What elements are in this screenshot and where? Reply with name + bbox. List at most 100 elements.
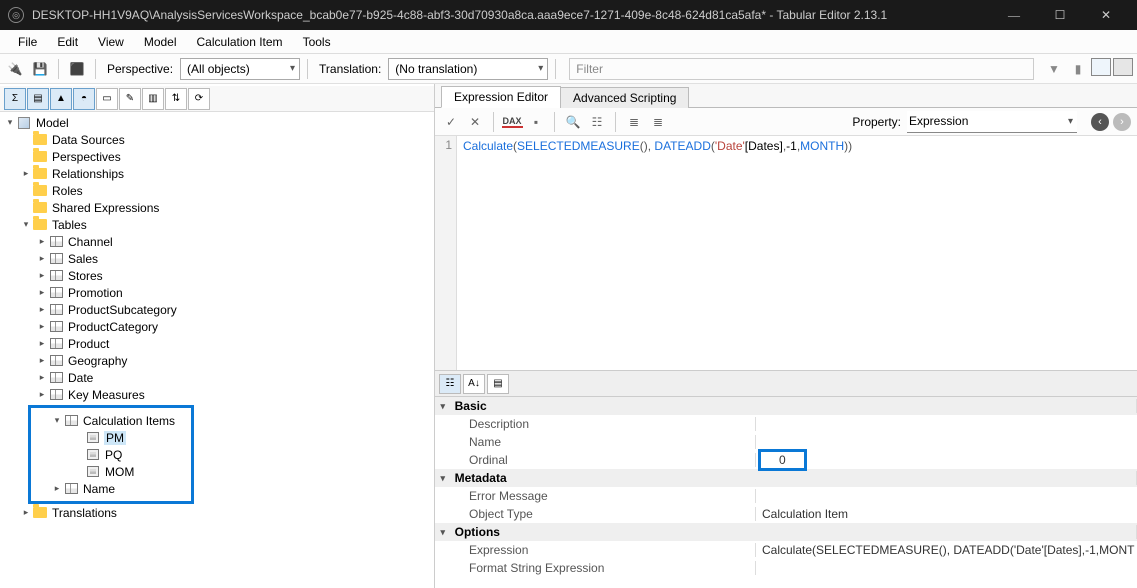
filter-placeholder: Filter [576, 62, 603, 76]
menu-view[interactable]: View [88, 33, 134, 51]
tree-calc-name[interactable]: Name [82, 482, 115, 496]
prop-expression-val[interactable]: Calculate(SELECTEDMEASURE(), DATEADD('Da… [756, 543, 1137, 557]
prop-format[interactable]: Format String Expression [451, 561, 756, 575]
nav-fwd-button[interactable]: › [1113, 113, 1131, 131]
prop-categorized-icon[interactable]: ☷ [439, 374, 461, 394]
find-icon[interactable]: 🔍 [563, 112, 583, 132]
prop-alpha-icon[interactable]: A↓ [463, 374, 485, 394]
code-text[interactable]: Calculate(SELECTEDMEASURE(), DATEADD('Da… [457, 136, 1137, 370]
filter-folders-icon[interactable]: ▭ [96, 88, 118, 110]
refresh-icon[interactable]: ⟳ [188, 88, 210, 110]
tree-table-stores[interactable]: Stores [67, 269, 103, 283]
tree-translations[interactable]: Translations [51, 506, 117, 520]
tree-table-promotion[interactable]: Promotion [67, 286, 123, 300]
filter-hidden-icon[interactable]: ✎ [119, 88, 141, 110]
tab-expression-editor[interactable]: Expression Editor [441, 86, 561, 108]
expr-property-value: Expression [909, 114, 968, 128]
tree-model[interactable]: Model [35, 116, 69, 130]
prop-expression[interactable]: Expression [451, 543, 756, 557]
tree-data-sources[interactable]: Data Sources [51, 133, 125, 147]
nav-back-button[interactable]: ‹ [1091, 113, 1109, 131]
filter-partitions-icon[interactable]: ◓ [73, 88, 95, 110]
menu-tools[interactable]: Tools [293, 33, 341, 51]
line-number: 1 [445, 138, 452, 152]
tree-table-geography[interactable]: Geography [67, 354, 127, 368]
tree-table-date[interactable]: Date [67, 371, 93, 385]
accept-icon[interactable]: ✓ [441, 112, 461, 132]
code-gutter: 1 [435, 136, 457, 370]
folder-icon [33, 507, 47, 518]
prop-cat-options[interactable]: Options [451, 525, 1137, 539]
layout-toggle-a[interactable] [1091, 58, 1111, 76]
comment-icon[interactable]: ▪ [526, 112, 546, 132]
tree-shared-expressions[interactable]: Shared Expressions [51, 201, 159, 215]
expression-code[interactable]: 1 Calculate(SELECTEDMEASURE(), DATEADD('… [435, 136, 1137, 371]
expr-property-combo[interactable]: Expression [907, 111, 1077, 133]
tree-relationships[interactable]: Relationships [51, 167, 124, 181]
tree-calc-items[interactable]: Calculation Items [82, 414, 175, 428]
table-icon [50, 236, 63, 247]
menu-model[interactable]: Model [134, 33, 187, 51]
tree-roles[interactable]: Roles [51, 184, 83, 198]
prop-objtype-val[interactable]: Calculation Item [756, 507, 1137, 521]
tree-table-sales[interactable]: Sales [67, 252, 98, 266]
menu-edit[interactable]: Edit [47, 33, 88, 51]
tree-table-channel[interactable]: Channel [67, 235, 113, 249]
tree-perspectives[interactable]: Perspectives [51, 150, 121, 164]
column-icon [65, 483, 78, 494]
tree-calcitem-mom[interactable]: MOM [104, 465, 134, 479]
prop-errmsg[interactable]: Error Message [451, 489, 756, 503]
prop-cat-basic[interactable]: Basic [451, 399, 1137, 413]
layout-toggle-b[interactable] [1113, 58, 1133, 76]
tree-calcitem-pq[interactable]: PQ [104, 448, 122, 462]
dax-format-icon[interactable]: DAX [502, 112, 522, 132]
filter-input[interactable]: Filter [569, 58, 1034, 80]
calcitem-icon [87, 466, 99, 477]
save-icon[interactable]: 💾 [29, 58, 51, 80]
tree-table-prodsub[interactable]: ProductSubcategory [67, 303, 177, 317]
tree-table-prodcat[interactable]: ProductCategory [67, 320, 158, 334]
property-grid[interactable]: ▾Basic Description Name Ordinal0 ▾Metada… [435, 397, 1137, 588]
prop-cat-metadata[interactable]: Metadata [451, 471, 1137, 485]
filter-columns-icon[interactable]: ▤ [27, 88, 49, 110]
prop-ordinal-val[interactable]: 0 [756, 449, 1137, 471]
sort-icon[interactable]: ⇅ [165, 88, 187, 110]
prop-pages-icon[interactable]: ▤ [487, 374, 509, 394]
tree-table-keymeasures[interactable]: Key Measures [67, 388, 145, 402]
separator [58, 59, 59, 79]
filter-all-icon[interactable]: ▥ [142, 88, 164, 110]
minimize-button[interactable]: ― [991, 0, 1037, 30]
maximize-button[interactable]: ☐ [1037, 0, 1083, 30]
filter-icon[interactable]: ▼ [1043, 58, 1065, 80]
tree-calcitem-pm[interactable]: PM [104, 431, 126, 445]
tab-advanced-scripting[interactable]: Advanced Scripting [560, 87, 689, 108]
expr-property-label: Property: [852, 115, 901, 129]
calcitem-icon [87, 432, 99, 443]
outdent-icon[interactable]: ≣ [648, 112, 668, 132]
connect-icon[interactable]: 🔌 [4, 58, 26, 80]
indent-icon[interactable]: ≣ [624, 112, 644, 132]
prop-description[interactable]: Description [451, 417, 756, 431]
editor-panel: Expression Editor Advanced Scripting ✓ ✕… [435, 84, 1137, 588]
close-button[interactable]: ✕ [1083, 0, 1129, 30]
flag-icon[interactable]: ▮ [1067, 58, 1089, 80]
deploy-icon[interactable]: ⬛ [66, 58, 88, 80]
prop-name[interactable]: Name [451, 435, 756, 449]
replace-icon[interactable]: ☷ [587, 112, 607, 132]
prop-ordinal[interactable]: Ordinal [451, 453, 756, 467]
filter-hierarchies-icon[interactable]: ▲ [50, 88, 72, 110]
perspective-combo[interactable]: (All objects) [180, 58, 300, 80]
menu-file[interactable]: File [8, 33, 47, 51]
view-toggles: ▼ ▮ [1043, 58, 1133, 80]
filter-measures-icon[interactable]: Σ [4, 88, 26, 110]
translation-combo[interactable]: (No translation) [388, 58, 548, 80]
tree-table-product[interactable]: Product [67, 337, 109, 351]
folder-icon [33, 134, 47, 145]
menu-calc-item[interactable]: Calculation Item [187, 33, 293, 51]
tree-tables[interactable]: Tables [51, 218, 87, 232]
model-tree[interactable]: ▾Model ▸Data Sources ▸Perspectives ▸Rela… [0, 112, 434, 523]
model-icon [18, 117, 30, 129]
table-icon [50, 338, 63, 349]
prop-objtype[interactable]: Object Type [451, 507, 756, 521]
cancel-icon[interactable]: ✕ [465, 112, 485, 132]
